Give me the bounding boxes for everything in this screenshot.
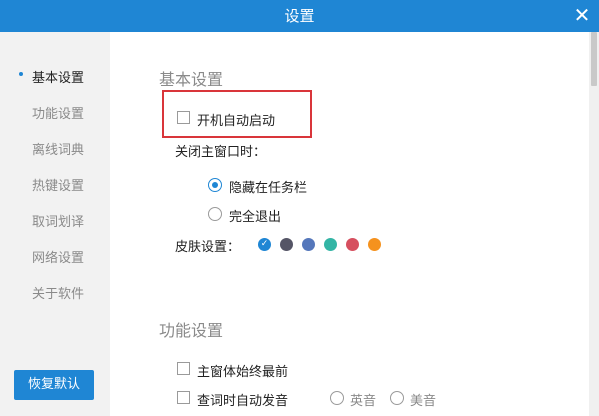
function-section-title: 功能设置 [159,321,224,340]
sidebar-item-offline-dictionary[interactable]: 离线词典 [32,139,84,158]
exit-completely-radio[interactable] [208,207,222,221]
window-title: 设置 [284,7,315,25]
settings-content: 基本设置 开机自动启动 关闭主窗口时： 隐藏在任务栏 完全退出 皮肤设置： ✓ … [110,32,589,416]
american-accent-label[interactable]: 美音 [410,390,436,409]
skin-swatch-blue[interactable]: ✓ [258,238,271,251]
american-accent-radio[interactable] [390,391,404,405]
sidebar: 基本设置 功能设置 离线词典 热键设置 取词划译 网络设置 关于软件 恢复默认 [0,32,110,416]
title-bar: 设置 ✕ [0,0,599,32]
auto-pronounce-checkbox[interactable] [177,391,190,404]
sidebar-item-hotkeys[interactable]: 热键设置 [32,175,84,194]
sidebar-item-function[interactable]: 功能设置 [32,103,84,122]
sidebar-item-network[interactable]: 网络设置 [32,247,84,266]
hide-to-taskbar-label[interactable]: 隐藏在任务栏 [229,177,307,196]
sidebar-item-about[interactable]: 关于软件 [32,283,84,302]
sidebar-item-word-capture[interactable]: 取词划译 [32,211,84,230]
basic-section-title: 基本设置 [159,70,224,89]
autostart-label[interactable]: 开机自动启动 [197,110,275,129]
skin-swatch-indigo[interactable] [302,238,315,251]
sidebar-item-basic[interactable]: 基本设置 [32,67,84,86]
hide-to-taskbar-radio[interactable] [208,178,222,192]
auto-pronounce-label[interactable]: 查词时自动发音 [197,390,288,409]
always-on-top-checkbox[interactable] [177,362,190,375]
scrollbar-thumb[interactable] [591,32,597,86]
skin-swatch-orange[interactable] [368,238,381,251]
british-accent-label[interactable]: 英音 [350,390,376,409]
skin-swatch-dark[interactable] [280,238,293,251]
skin-label: 皮肤设置： [175,240,241,255]
skin-swatch-red[interactable] [346,238,359,251]
always-on-top-label[interactable]: 主窗体始终最前 [197,361,288,380]
skin-swatch-teal[interactable] [324,238,337,251]
close-icon[interactable]: ✕ [569,0,595,32]
scrollbar[interactable] [589,32,599,416]
autostart-checkbox[interactable] [177,111,190,124]
british-accent-radio[interactable] [330,391,344,405]
restore-defaults-button[interactable]: 恢复默认 [14,370,94,400]
exit-completely-label[interactable]: 完全退出 [229,206,281,225]
active-indicator-icon [19,72,23,76]
close-behavior-label: 关闭主窗口时： [175,145,267,160]
check-icon: ✓ [260,239,269,249]
